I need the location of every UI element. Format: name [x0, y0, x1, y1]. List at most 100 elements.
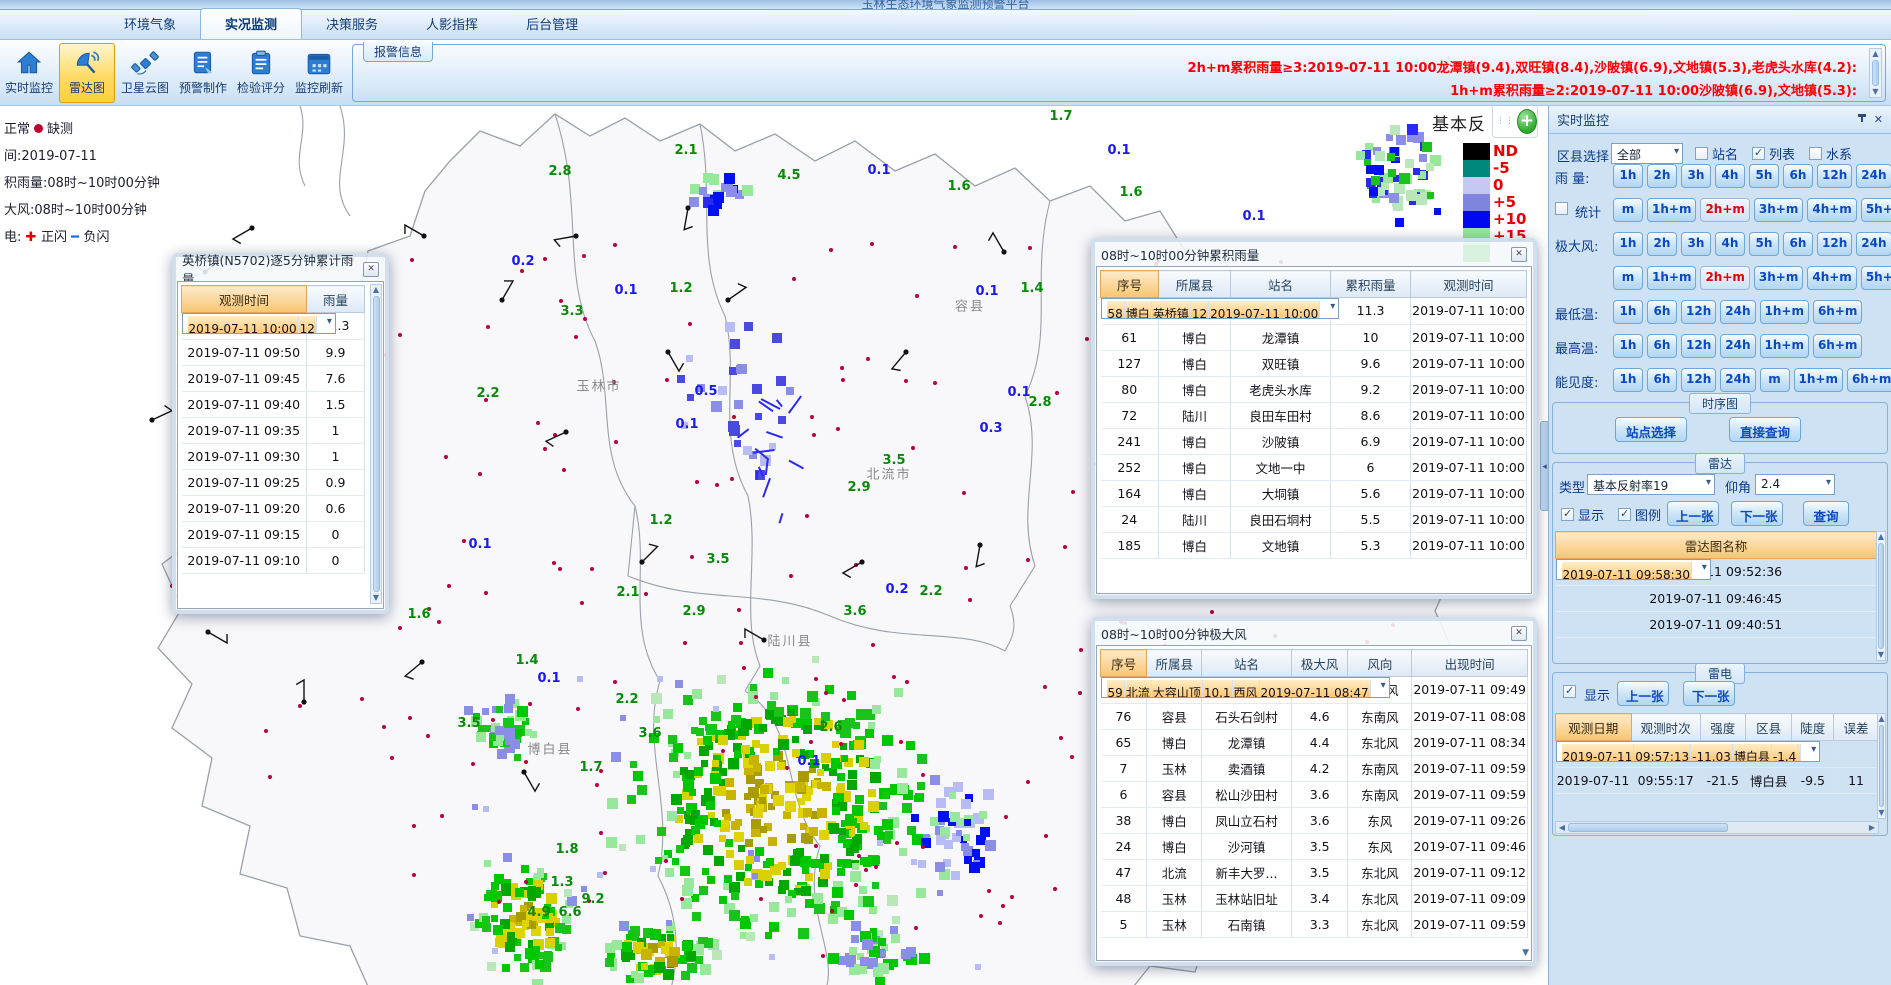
table-row[interactable]: 48玉林玉林站旧址3.4东北风2019-07-11 09:09 — [1101, 885, 1528, 911]
scroll-up-icon[interactable]: ▲ — [1878, 532, 1884, 542]
table-row[interactable]: 80博白老虎头水库9.22019-07-11 10:00 — [1101, 376, 1527, 402]
menu-tab-决策服务[interactable]: 决策服务 — [302, 9, 402, 39]
toolbar-button-检验评分[interactable]: 检验评分 — [233, 43, 289, 103]
scroll-left-icon[interactable]: ◀ — [1556, 823, 1568, 832]
period-button-12h[interactable]: 12h — [1817, 164, 1852, 188]
window-title-bar[interactable]: 08时~10时00分钟极大风 ✕ — [1095, 621, 1533, 645]
table-row[interactable]: 7玉林卖酒镇4.2东南风2019-07-11 09:59 — [1101, 755, 1528, 781]
table-row[interactable]: 185博白文地镇5.32019-07-11 10:00 — [1101, 532, 1527, 558]
column-header-站名[interactable]: 站名 — [1202, 650, 1292, 677]
query-button[interactable]: 查询 — [1803, 501, 1849, 526]
column-header-区县[interactable]: 区县 — [1745, 714, 1792, 741]
toolbar-button-实时监控[interactable]: 实时监控 — [1, 43, 57, 103]
table-row[interactable]: 2019-07-1109:57:13-11.03博白县-1.4 — [1556, 741, 1821, 762]
pin-icon[interactable] — [1858, 114, 1866, 126]
menu-tab-环境气象[interactable]: 环境气象 — [100, 9, 200, 39]
prev-image-button[interactable]: 上一张 — [1617, 681, 1669, 706]
toolbar-button-监控刷新[interactable]: 监控刷新 — [291, 43, 347, 103]
table-row[interactable]: 2019-07-11 09:401.5 — [182, 391, 365, 417]
district-select[interactable]: 全部 — [1611, 143, 1683, 164]
lightning-table-scrollbar[interactable]: ▲▼ — [1877, 713, 1886, 819]
checkbox-站名[interactable] — [1695, 147, 1708, 160]
period-button-1h+m[interactable]: 1h+m — [1647, 266, 1696, 290]
table-row[interactable]: 127博白双旺镇9.62019-07-11 10:00 — [1101, 350, 1527, 376]
menu-tab-人影指挥[interactable]: 人影指挥 — [402, 9, 502, 39]
table-row[interactable]: 2019-07-11 09:509.9 — [182, 339, 365, 365]
table-row[interactable]: 38博白凤山立石村3.6东风2019-07-11 09:26 — [1101, 807, 1528, 833]
period-button-1h+m[interactable]: 1h+m — [1760, 300, 1809, 324]
scroll-down-icon[interactable]: ▼ — [1878, 808, 1884, 818]
scroll-up-icon[interactable]: ▲ — [373, 285, 379, 295]
period-button-3h+m[interactable]: 3h+m — [1754, 198, 1803, 222]
panel-collapse-grip[interactable]: ◂ — [1540, 421, 1549, 511]
scroll-down-icon[interactable]: ▼ — [373, 593, 379, 603]
period-button-3h+m[interactable]: 3h+m — [1754, 266, 1803, 290]
column-header-极大风[interactable]: 极大风 — [1291, 650, 1348, 677]
period-button-6h[interactable]: 6h — [1647, 300, 1677, 324]
period-button-6h[interactable]: 6h — [1783, 164, 1813, 188]
period-button-5h+m[interactable]: 5h+m — [1861, 198, 1891, 222]
radar-type-select[interactable]: 基本反射率19 — [1587, 474, 1715, 495]
station-select-button[interactable]: 站点选择 — [1615, 417, 1687, 442]
period-button-6h+m[interactable]: 6h+m — [1813, 300, 1862, 324]
column-header-序号[interactable]: 序号 — [1101, 650, 1147, 677]
period-button-5h+m[interactable]: 5h+m — [1861, 266, 1891, 290]
table-row[interactable]: 24博白沙河镇3.5东风2019-07-11 09:46 — [1101, 833, 1528, 859]
period-button-24h[interactable]: 24h — [1720, 300, 1755, 324]
period-button-1h+m[interactable]: 1h+m — [1760, 334, 1809, 358]
table-row[interactable]: 2019-07-11 09:200.6 — [182, 495, 365, 521]
window-title-bar[interactable]: 08时~10时00分钟累积雨量 ✕ — [1095, 242, 1533, 266]
close-icon[interactable]: ✕ — [1511, 626, 1527, 641]
period-button-6h+m[interactable]: 6h+m — [1813, 334, 1862, 358]
period-button-2h+m[interactable]: 2h+m — [1700, 198, 1749, 222]
elevation-select[interactable]: 2.4 — [1755, 474, 1835, 495]
alarm-scrollbar[interactable]: ▲▼ — [1869, 48, 1882, 98]
period-button-2h+m[interactable]: 2h+m — [1700, 266, 1749, 290]
table-row[interactable]: 76容县石头石剑村4.6东南风2019-07-11 08:08 — [1101, 703, 1528, 729]
column-header-强度[interactable]: 强度 — [1700, 714, 1745, 741]
period-button-m[interactable]: m — [1760, 368, 1790, 392]
table-row[interactable]: 2019-07-1109:55:17-21.5博白县-9.511 — [1556, 767, 1879, 793]
period-button-m[interactable]: m — [1613, 266, 1643, 290]
period-button-24h[interactable]: 24h — [1856, 232, 1891, 256]
column-header-观测时间[interactable]: 观测时间 — [1411, 271, 1527, 298]
period-button-2h[interactable]: 2h — [1647, 232, 1677, 256]
next-image-button[interactable]: 下一张 — [1731, 501, 1783, 526]
table-row[interactable]: 2019-07-11 09:150 — [182, 521, 365, 547]
table-row[interactable]: 24陆川良田石垌村5.52019-07-11 10:00 — [1101, 506, 1527, 532]
column-header-所属县[interactable]: 所属县 — [1147, 650, 1202, 677]
table-row[interactable]: 58博白英桥镇122019-07-11 10:00 — [1101, 298, 1340, 319]
period-button-1h[interactable]: 1h — [1613, 232, 1643, 256]
period-button-6h[interactable]: 6h — [1647, 368, 1677, 392]
table-row[interactable]: 2019-07-11 09:100 — [182, 547, 365, 573]
column-header-陡度[interactable]: 陡度 — [1792, 714, 1834, 741]
column-header-站名[interactable]: 站名 — [1231, 271, 1331, 298]
column-header-出现时间[interactable]: 出现时间 — [1412, 650, 1528, 677]
radar-list-scrollbar[interactable]: ▲▼ — [1876, 531, 1886, 661]
checkbox-显示[interactable] — [1561, 508, 1574, 521]
stat-checkbox[interactable] — [1555, 202, 1568, 215]
scroll-down-icon[interactable]: ▼ — [1878, 650, 1884, 660]
window-title-bar[interactable]: 英桥镇(N5702)逐5分钟累计雨量 ✕ — [176, 257, 385, 281]
station-table-scrollbar[interactable]: ▲▼ — [370, 284, 382, 604]
lightning-hscrollbar[interactable]: ◀▶ — [1555, 821, 1879, 834]
table-row[interactable]: 61博白龙潭镇102019-07-11 10:00 — [1101, 324, 1527, 350]
checkbox-列表[interactable] — [1752, 147, 1765, 160]
table-row[interactable]: 59北流大容山顶10.1西风2019-07-11 08:47 — [1101, 677, 1390, 698]
direct-query-button[interactable]: 直接查询 — [1729, 417, 1801, 442]
add-icon[interactable]: + — [1517, 109, 1537, 134]
checkbox-水系[interactable] — [1809, 147, 1822, 160]
table-row[interactable]: 2019-07-11 09:457.6 — [182, 365, 365, 391]
max-wind-window[interactable]: 08时~10时00分钟极大风 ✕ 序号所属县站名极大风风向出现时间59北流大容山… — [1091, 617, 1537, 966]
period-button-1h[interactable]: 1h — [1613, 334, 1643, 358]
panel-close-icon[interactable]: ✕ — [1874, 113, 1883, 126]
table-row[interactable]: 72陆川良田车田村8.62019-07-11 10:00 — [1101, 402, 1527, 428]
column-header-观测时次[interactable]: 观测时次 — [1631, 714, 1700, 741]
table-row[interactable]: 2019-07-11 09:301 — [182, 443, 365, 469]
toolbar-button-卫星云图[interactable]: 卫星云图 — [117, 43, 173, 103]
period-button-1h+m[interactable]: 1h+m — [1647, 198, 1696, 222]
checkbox-图例[interactable] — [1618, 508, 1631, 521]
table-row[interactable]: 241博白沙陂镇6.92019-07-11 10:00 — [1101, 428, 1527, 454]
toolbar-button-预警制作[interactable]: 预警制作 — [175, 43, 231, 103]
period-button-1h[interactable]: 1h — [1613, 368, 1643, 392]
